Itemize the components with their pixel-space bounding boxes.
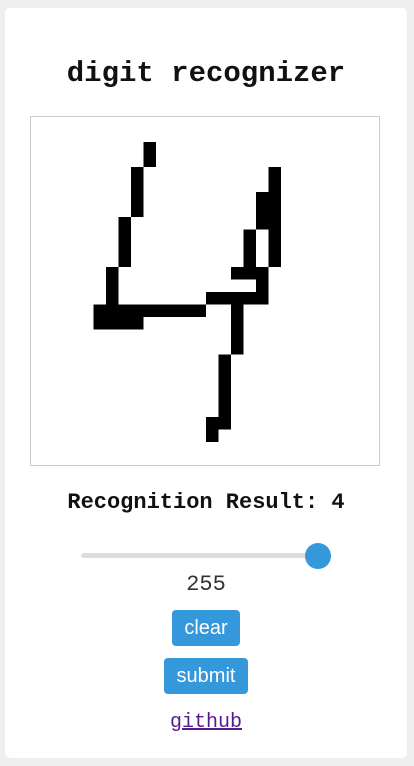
drawing-canvas[interactable] — [30, 116, 380, 466]
submit-button[interactable]: submit — [164, 658, 248, 694]
recognition-result: Recognition Result: 4 — [67, 490, 345, 515]
clear-button[interactable]: clear — [172, 610, 240, 646]
app-card: digit recognizer Recognition Result: 4 2… — [5, 8, 407, 758]
page-title: digit recognizer — [66, 57, 346, 90]
stroke-intensity-slider[interactable] — [81, 542, 331, 569]
github-link[interactable]: github — [170, 711, 242, 734]
slider-value: 255 — [186, 572, 226, 597]
slider-thumb[interactable] — [305, 543, 331, 569]
drawn-digit — [93, 142, 281, 442]
slider-track[interactable] — [81, 553, 331, 558]
